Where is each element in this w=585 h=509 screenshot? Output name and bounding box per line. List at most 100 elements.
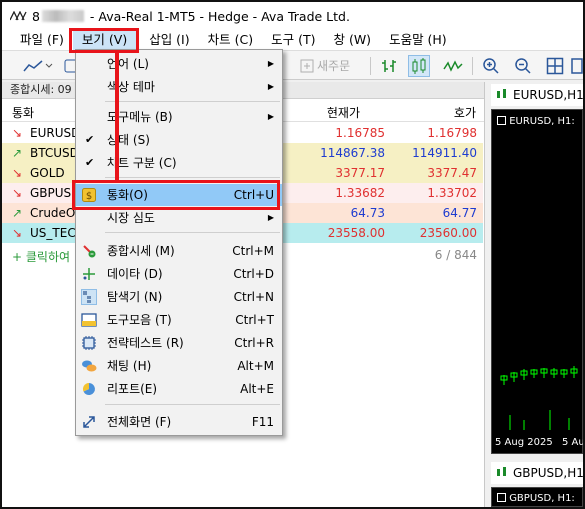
- new-order-label: 새주문: [317, 59, 351, 73]
- menu-file[interactable]: 파일 (F): [11, 30, 73, 50]
- menu-insert[interactable]: 삽입 (I): [140, 30, 198, 50]
- menu-separator: [105, 101, 280, 102]
- redacted-account: [41, 9, 84, 22]
- toolbar-separator: [370, 57, 371, 75]
- chart-icon: [495, 87, 509, 104]
- menu-item-navigator[interactable]: 탐색기 (N) Ctrl+N: [76, 286, 282, 308]
- submenu-arrow-icon: ▶: [267, 82, 274, 91]
- add-symbol-label: + 클릭하여: [12, 250, 71, 264]
- menu-item-color-theme[interactable]: 색상 테마 ▶: [76, 76, 282, 98]
- symbol-name: GOLD: [30, 166, 65, 180]
- symbol-name: GBPUSD: [30, 186, 76, 200]
- bid-price: 1.16785: [335, 126, 385, 140]
- arrow-up-icon: ↗: [12, 206, 23, 220]
- arrow-down-icon: ↘: [12, 226, 23, 240]
- chart-date-2: 5 Aug: [562, 437, 585, 448]
- chart-icon: [495, 465, 509, 482]
- menu-item-toolbars[interactable]: 도구메뉴 (B) ▶: [76, 106, 282, 128]
- ask-price: 114911.40: [412, 146, 477, 160]
- highlight-connector: [115, 53, 119, 181]
- chart-tab-label: GBPUSD,H1: [513, 466, 584, 480]
- ask-price: 1.33702: [427, 186, 477, 200]
- col-ask[interactable]: 호가: [454, 104, 476, 121]
- title-bar: 8 - Ava-Real 1-MT5 - Hedge - Ava Trade L…: [2, 2, 583, 30]
- bid-price: 64.73: [350, 206, 385, 220]
- arrow-down-icon: ↘: [12, 166, 23, 180]
- data-window-icon: [81, 266, 97, 282]
- arrow-up-icon: ↗: [12, 146, 23, 160]
- symbol-name: EURUSD: [30, 126, 76, 140]
- plus-icon: [300, 59, 314, 73]
- chart-symbol-label: GBPUSD, H1:: [497, 493, 575, 504]
- menu-item-chart-bar[interactable]: ✔ 차트 구분 (C): [76, 152, 282, 174]
- menu-item-market-watch[interactable]: 종합시세 (M) Ctrl+M: [76, 240, 282, 262]
- window-title: 8 - Ava-Real 1-MT5 - Hedge - Ava Trade L…: [32, 8, 350, 24]
- checkmark-icon: ✔: [85, 133, 95, 146]
- bar-chart-icon[interactable]: [378, 55, 400, 77]
- menu-item-toolbox[interactable]: 도구모음 (T) Ctrl+T: [76, 309, 282, 331]
- ask-price: 64.77: [442, 206, 477, 220]
- bid-price: 114867.38: [320, 146, 385, 160]
- zoom-out-icon[interactable]: [512, 55, 534, 77]
- arrow-down-icon: ↘: [12, 186, 23, 200]
- symbol-name: BTCUSD: [30, 146, 76, 160]
- chart-eurusd[interactable]: EURUSD, H1: 5 Aug 2025 5 Aug: [491, 109, 583, 454]
- menu-item-chat[interactable]: 채팅 (H) Alt+M: [76, 355, 282, 377]
- chevron-down-icon[interactable]: [44, 55, 54, 77]
- zoom-in-icon[interactable]: [480, 55, 502, 77]
- menu-help[interactable]: 도움말 (H): [380, 30, 456, 50]
- fullscreen-icon: [81, 414, 97, 430]
- checkmark-icon: ✔: [85, 156, 95, 169]
- chart-tab-gbpusd[interactable]: GBPUSD,H1: [491, 462, 583, 484]
- ask-price: 1.16798: [427, 126, 477, 140]
- menu-item-language[interactable]: 언어 (L) ▶: [76, 53, 282, 75]
- menu-charts[interactable]: 차트 (C): [199, 30, 262, 50]
- bid-price: 23558.00: [327, 226, 385, 240]
- symbol-name: CrudeOil: [30, 206, 76, 220]
- bid-price: 3377.17: [335, 166, 385, 180]
- menu-item-strategy-tester[interactable]: 전략테스트 (R) Ctrl+R: [76, 332, 282, 354]
- market-watch-icon: [81, 243, 97, 259]
- menu-window[interactable]: 창 (W): [324, 30, 380, 50]
- chart-gbpusd[interactable]: GBPUSD, H1:: [491, 487, 583, 507]
- submenu-arrow-icon: ▶: [267, 213, 274, 222]
- new-order-button[interactable]: 새주문: [300, 56, 350, 76]
- col-symbol[interactable]: 통화: [12, 104, 34, 121]
- bid-price: 1.33682: [335, 186, 385, 200]
- submenu-arrow-icon: ▶: [267, 59, 274, 68]
- chart-date: 5 Aug 2025: [495, 437, 553, 448]
- charts-area: EURUSD,H1 EURUSD, H1: 5 Aug 2025 5 Au GB…: [487, 82, 583, 507]
- navigator-icon: [81, 289, 97, 305]
- candlestick-icon[interactable]: [408, 55, 430, 77]
- menu-separator: [105, 177, 280, 178]
- symbol-name: US_TECH: [30, 226, 76, 240]
- highlight-view-menu-box: [69, 28, 139, 53]
- chat-icon: [81, 358, 97, 374]
- submenu-arrow-icon: ▶: [267, 112, 274, 121]
- view-menu-dropdown: 언어 (L) ▶ 색상 테마 ▶ 도구메뉴 (B) ▶ ✔ 상태 (S) ✔ 차트 구…: [75, 49, 283, 436]
- chart-tab-label: EURUSD,H1: [513, 88, 584, 102]
- chart-line-icon[interactable]: [22, 55, 44, 77]
- strategy-tester-icon: [81, 335, 97, 351]
- app-logo-icon: [10, 11, 28, 21]
- menu-tools[interactable]: 도구 (T): [262, 30, 324, 50]
- menu-item-market-depth[interactable]: 시장 심도 ▶: [76, 207, 282, 229]
- chart-tab-eurusd[interactable]: EURUSD,H1: [491, 84, 583, 106]
- menu-item-status-bar[interactable]: ✔ 상태 (S): [76, 129, 282, 151]
- line-chart-icon[interactable]: [442, 55, 464, 77]
- ask-price: 3377.47: [427, 166, 477, 180]
- tile-windows-icon[interactable]: [544, 55, 566, 77]
- ask-price: 23560.00: [419, 226, 477, 240]
- menu-separator: [105, 232, 280, 233]
- col-bid[interactable]: 현재가: [327, 104, 360, 121]
- menu-item-reports[interactable]: 리포트(E) Alt+E: [76, 378, 282, 400]
- report-icon: [81, 381, 97, 397]
- application-window: 8 - Ava-Real 1-MT5 - Hedge - Ava Trade L…: [0, 0, 585, 509]
- toolbox-icon: [81, 312, 97, 328]
- menu-separator: [105, 404, 280, 405]
- menu-item-data-window[interactable]: 데이타 (D) Ctrl+D: [76, 263, 282, 285]
- more-icon[interactable]: [570, 55, 583, 77]
- menu-item-full-screen[interactable]: 전체화면 (F) F11: [76, 411, 282, 433]
- toolbar-separator: [472, 57, 473, 75]
- symbol-count: 6 / 844: [434, 248, 477, 262]
